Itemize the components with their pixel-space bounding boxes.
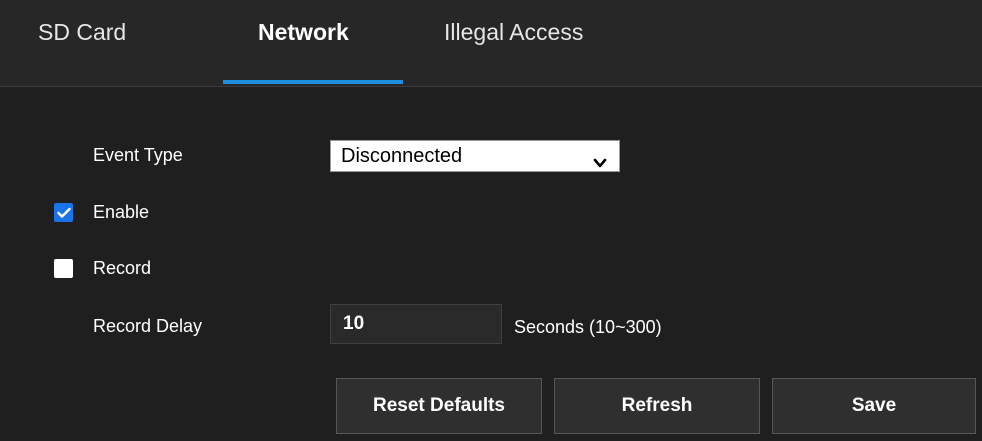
event-type-selected-value: Disconnected — [341, 145, 463, 167]
record-delay-label: Record Delay — [93, 316, 203, 336]
active-tab-indicator — [223, 80, 403, 84]
event-type-select[interactable]: Disconnected — [330, 140, 620, 172]
chevron-down-icon — [593, 149, 607, 168]
record-checkbox[interactable] — [54, 259, 73, 278]
record-delay-unit: Seconds (10~300) — [514, 317, 662, 337]
record-delay-input[interactable]: 10 — [330, 304, 502, 344]
tab-bar: SD Card Network Illegal Access — [0, 0, 982, 86]
tab-sd-card[interactable]: SD Card — [38, 0, 126, 86]
tab-network[interactable]: Network — [258, 0, 349, 86]
reset-defaults-button[interactable]: Reset Defaults — [336, 378, 542, 434]
enable-checkbox[interactable] — [54, 203, 73, 222]
record-label: Record — [93, 258, 152, 278]
network-event-settings-panel: SD Card Network Illegal Access Event Typ… — [0, 0, 982, 441]
enable-label: Enable — [93, 202, 150, 222]
tab-illegal-access[interactable]: Illegal Access — [444, 0, 583, 86]
tabbar-divider — [0, 86, 982, 87]
refresh-button[interactable]: Refresh — [554, 378, 760, 434]
event-type-label: Event Type — [93, 145, 183, 165]
save-button[interactable]: Save — [772, 378, 976, 434]
